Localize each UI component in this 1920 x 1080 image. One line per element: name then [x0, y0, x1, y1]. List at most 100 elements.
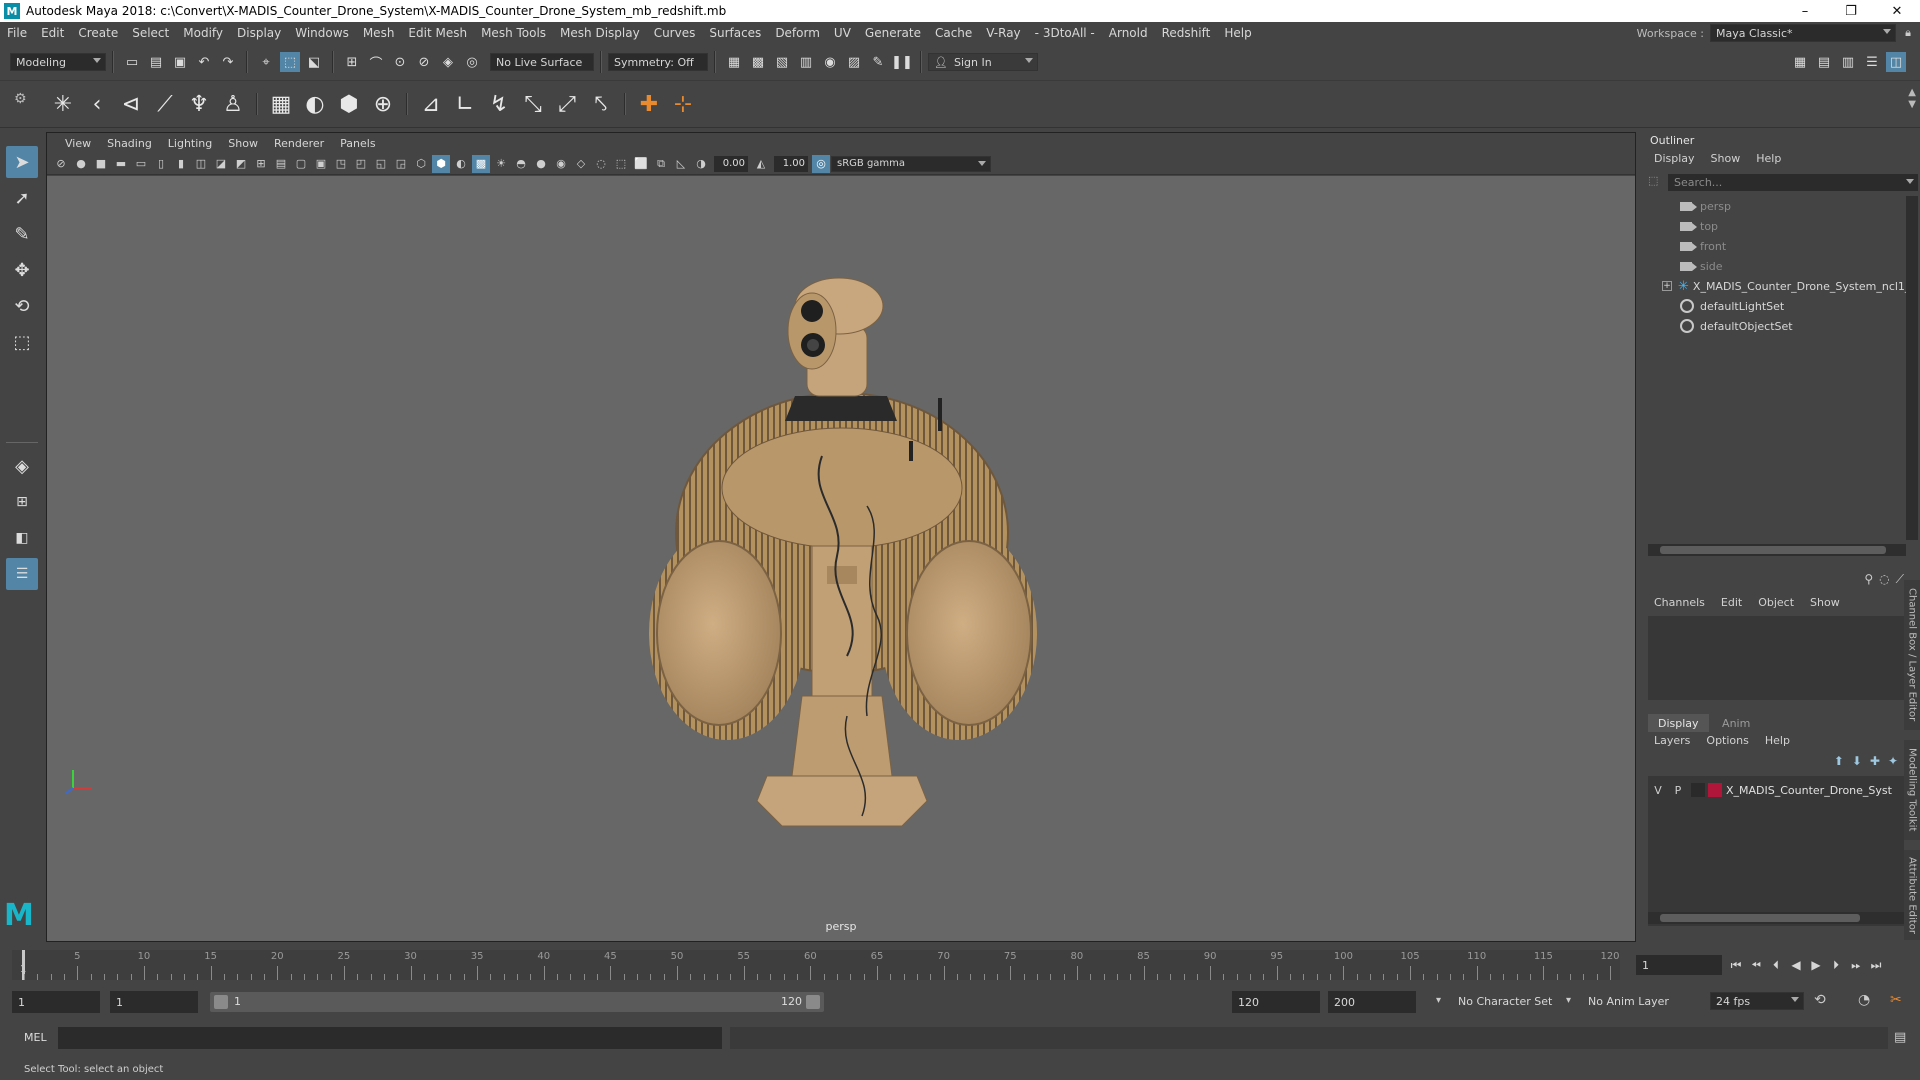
time-slider[interactable]: 1 51015202530354045505560657075808590951…: [12, 950, 1620, 980]
soft-mod-icon[interactable]: ⊕: [366, 87, 400, 121]
wrap-icon[interactable]: ◐: [298, 87, 332, 121]
playback-start-field[interactable]: 1: [110, 991, 198, 1013]
tab-display[interactable]: Display: [1648, 714, 1709, 732]
minimize-button[interactable]: –: [1782, 0, 1828, 22]
channel-box-key-icon[interactable]: ⚲: [1864, 572, 1873, 587]
new-scene-icon[interactable]: ▭: [122, 52, 142, 72]
outliner-item-front[interactable]: front: [1680, 236, 1726, 256]
scrollbar-thumb[interactable]: [1660, 546, 1886, 554]
end-time-field[interactable]: 200: [1328, 991, 1416, 1013]
textured-icon[interactable]: ⬡: [412, 155, 430, 173]
motion-blur-icon[interactable]: ●: [532, 155, 550, 173]
outliner-item-model-group[interactable]: + ✳︎ X_MADIS_Counter_Drone_System_ncl1_1: [1662, 276, 1917, 296]
ik-handle-icon[interactable]: ‹: [80, 87, 114, 121]
ik-spline-icon[interactable]: ⊲: [114, 87, 148, 121]
backface-icon[interactable]: ◺: [672, 155, 690, 173]
layer-editor-icon[interactable]: ◫: [1886, 52, 1906, 72]
layer-color-swatch[interactable]: [1708, 783, 1722, 797]
loop-icon[interactable]: ⟲: [1814, 992, 1826, 1008]
persp-outliner-layout-icon[interactable]: ◧: [6, 522, 38, 554]
constraint-orient-icon[interactable]: ⤡: [516, 87, 550, 121]
render-view-icon[interactable]: ▦: [724, 52, 744, 72]
move-tool-icon[interactable]: ✥: [6, 254, 38, 286]
outliner-menu-help[interactable]: Help: [1748, 152, 1789, 165]
layers-menu-layers[interactable]: Layers: [1646, 734, 1698, 747]
channel-menu-object[interactable]: Object: [1750, 596, 1802, 609]
viewport-menu-panels[interactable]: Panels: [332, 137, 383, 150]
paint-select-icon[interactable]: ✎: [6, 218, 38, 250]
use-default-material-icon[interactable]: ◲: [392, 155, 410, 173]
color-management-icon[interactable]: ◎: [812, 154, 830, 173]
viewport-menu-lighting[interactable]: Lighting: [160, 137, 220, 150]
go-to-end-icon[interactable]: ⏭: [1866, 955, 1886, 975]
outliner-search-input[interactable]: Search...: [1668, 174, 1918, 191]
maximize-button[interactable]: ❐: [1828, 0, 1874, 22]
go-to-start-icon[interactable]: ⏮: [1726, 955, 1746, 975]
exposure-field[interactable]: 0.00: [714, 155, 748, 172]
save-scene-icon[interactable]: ▣: [170, 52, 190, 72]
constraint-scale-icon[interactable]: ⤢: [550, 87, 584, 121]
filter-icon[interactable]: ⬚: [1648, 174, 1664, 190]
resolution-gate-icon[interactable]: ▯: [152, 155, 170, 173]
new-layer-selected-icon[interactable]: ✦: [1888, 754, 1898, 768]
menu-mesh-tools[interactable]: Mesh Tools: [474, 26, 553, 40]
render-frame-icon[interactable]: ▩: [748, 52, 768, 72]
layers-menu-options[interactable]: Options: [1698, 734, 1756, 747]
viewport-menu-shading[interactable]: Shading: [99, 137, 160, 150]
anim-layer-arrow-icon[interactable]: ▾: [1566, 995, 1571, 1006]
tab-modelling-toolkit[interactable]: Modelling Toolkit: [1904, 740, 1920, 840]
menu-windows[interactable]: Windows: [288, 26, 356, 40]
wireframe-on-shaded-icon[interactable]: ◳: [332, 155, 350, 173]
play-forwards-icon[interactable]: ▶: [1806, 955, 1826, 975]
menu-help[interactable]: Help: [1217, 26, 1258, 40]
select-tool-icon[interactable]: ➤: [6, 146, 38, 178]
shelf-options-icon[interactable]: ⚙︎: [14, 91, 27, 107]
select-component-icon[interactable]: ⬕: [304, 52, 324, 72]
channel-menu-edit[interactable]: Edit: [1713, 596, 1750, 609]
bind-skin-icon[interactable]: ⟋: [148, 87, 182, 121]
channel-menu-channels[interactable]: Channels: [1646, 596, 1713, 609]
outliner-item-default-light-set[interactable]: defaultLightSet: [1680, 296, 1784, 316]
menu-modify[interactable]: Modify: [176, 26, 230, 40]
color-space-dropdown[interactable]: sRGB gamma: [831, 155, 991, 172]
camera-lock-icon[interactable]: ●: [72, 155, 90, 173]
tool-settings-icon[interactable]: ▥: [1838, 52, 1858, 72]
tab-attribute-editor[interactable]: Attribute Editor: [1904, 850, 1920, 940]
script-editor-icon[interactable]: ▤: [1894, 1030, 1906, 1045]
film-gate-icon[interactable]: ▭: [132, 155, 150, 173]
snap-point-icon[interactable]: ⊙: [390, 52, 410, 72]
new-layer-icon[interactable]: ✚: [1870, 754, 1880, 768]
layer-playback-toggle[interactable]: P: [1668, 784, 1688, 797]
current-frame-field[interactable]: 1: [1636, 955, 1722, 975]
menu-create[interactable]: Create: [71, 26, 125, 40]
open-scene-icon[interactable]: ▤: [146, 52, 166, 72]
step-forward-frame-icon[interactable]: ⏵: [1826, 955, 1846, 975]
menu-edit[interactable]: Edit: [34, 26, 71, 40]
outliner-horizontal-scrollbar[interactable]: [1648, 544, 1906, 556]
step-back-key-icon[interactable]: ⏪︎: [1746, 955, 1766, 975]
layer-horizontal-scrollbar[interactable]: [1648, 912, 1904, 924]
lasso-tool-icon[interactable]: ➚: [6, 182, 38, 214]
constraint-parent-icon[interactable]: ⤣: [584, 87, 618, 121]
gamma-field[interactable]: 1.00: [774, 155, 808, 172]
grid-icon[interactable]: ⊞: [252, 155, 270, 173]
auto-key-icon[interactable]: ◔: [1858, 992, 1870, 1008]
outliner-item-top[interactable]: top: [1680, 216, 1718, 236]
snap-pivot-icon[interactable]: ◎: [462, 52, 482, 72]
attribute-editor-icon[interactable]: ▤: [1814, 52, 1834, 72]
layer-type-toggle[interactable]: [1691, 783, 1705, 797]
workspace-dropdown[interactable]: Maya Classic*: [1710, 24, 1896, 42]
field-chart-icon[interactable]: ◫: [192, 155, 210, 173]
joint-tool-icon[interactable]: ✳︎: [46, 87, 80, 121]
menu-generate[interactable]: Generate: [858, 26, 928, 40]
layer-visibility-toggle[interactable]: V: [1648, 784, 1668, 797]
play-backwards-icon[interactable]: ◀: [1786, 955, 1806, 975]
safe-action-icon[interactable]: ◪: [212, 155, 230, 173]
snap-curve-icon[interactable]: ⌒: [366, 52, 386, 72]
mel-label[interactable]: MEL: [24, 1031, 47, 1044]
safe-title-icon[interactable]: ◩: [232, 155, 250, 173]
character-set-arrow-icon[interactable]: ▾: [1436, 995, 1441, 1006]
tab-channel-box-layer-editor[interactable]: Channel Box / Layer Editor: [1904, 580, 1920, 730]
cluster-icon[interactable]: ⬢: [332, 87, 366, 121]
two-sided-icon[interactable]: ⧉: [652, 155, 670, 173]
